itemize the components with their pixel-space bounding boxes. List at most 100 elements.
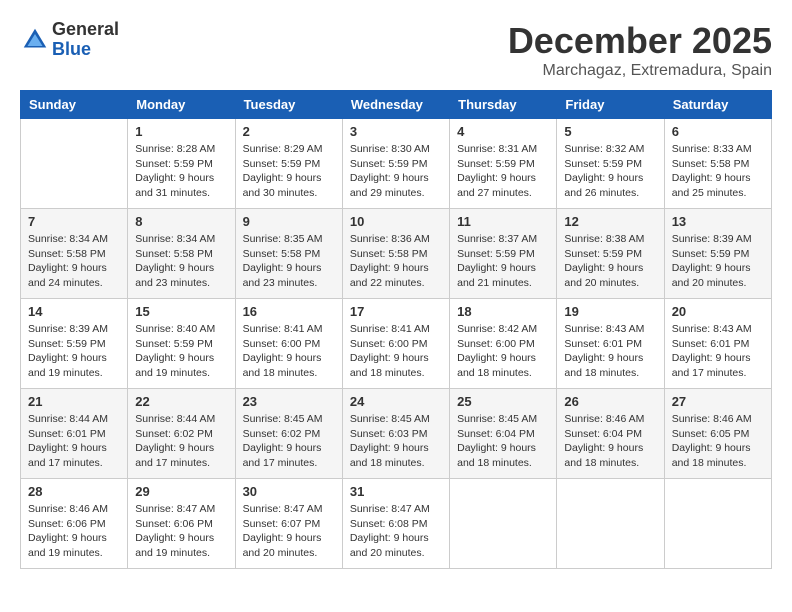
page-header: General Blue December 2025 Marchagaz, Ex… [20,20,772,80]
day-info: Sunrise: 8:30 AM Sunset: 5:59 PM Dayligh… [350,142,442,201]
day-number: 12 [564,214,656,229]
location: Marchagaz, Extremadura, Spain [508,62,772,80]
day-number: 30 [243,484,335,499]
calendar-cell: 7 Sunrise: 8:34 AM Sunset: 5:58 PM Daylig… [21,209,128,299]
day-info: Sunrise: 8:35 AM Sunset: 5:58 PM Dayligh… [243,232,335,291]
day-number: 6 [672,124,764,139]
day-info: Sunrise: 8:29 AM Sunset: 5:59 PM Dayligh… [243,142,335,201]
calendar-cell: 27 Sunrise: 8:46 AM Sunset: 6:05 PM Dayli… [664,389,771,479]
day-number: 17 [350,304,442,319]
calendar-cell: 31 Sunrise: 8:47 AM Sunset: 6:08 PM Dayli… [342,479,449,569]
calendar-cell: 12 Sunrise: 8:38 AM Sunset: 5:59 PM Dayli… [557,209,664,299]
day-info: Sunrise: 8:47 AM Sunset: 6:08 PM Dayligh… [350,502,442,561]
calendar-cell: 8Sunrise: 8:34 AM Sunset: 5:58 PM Daylig… [128,209,235,299]
day-info: Sunrise: 8:28 AM Sunset: 5:59 PM Dayligh… [135,142,227,201]
day-info: Sunrise: 8:46 AM Sunset: 6:04 PM Dayligh… [564,412,656,471]
logo-blue: Blue [52,40,119,60]
logo-text: General Blue [52,20,119,60]
calendar: SundayMondayTuesdayWednesdayThursdayFrid… [20,90,772,569]
day-info: Sunrise: 8:38 AM Sunset: 5:59 PM Dayligh… [564,232,656,291]
day-number: 24 [350,394,442,409]
column-header-friday: Friday [557,91,664,119]
day-number: 1 [135,124,227,139]
calendar-cell: 25Sunrise: 8:45 AM Sunset: 6:04 PM Dayli… [450,389,557,479]
day-number: 31 [350,484,442,499]
column-header-monday: Monday [128,91,235,119]
calendar-cell: 16 Sunrise: 8:41 AM Sunset: 6:00 PM Dayli… [235,299,342,389]
calendar-cell: 1 Sunrise: 8:28 AM Sunset: 5:59 PM Daylig… [128,119,235,209]
day-number: 23 [243,394,335,409]
logo: General Blue [20,20,119,60]
day-number: 16 [243,304,335,319]
day-info: Sunrise: 8:47 AM Sunset: 6:07 PM Dayligh… [243,502,335,561]
calendar-cell: 17Sunrise: 8:41 AM Sunset: 6:00 PM Dayli… [342,299,449,389]
title-block: December 2025 Marchagaz, Extremadura, Sp… [508,20,772,80]
day-number: 3 [350,124,442,139]
day-info: Sunrise: 8:43 AM Sunset: 6:01 PM Dayligh… [672,322,764,381]
day-info: Sunrise: 8:39 AM Sunset: 5:59 PM Dayligh… [672,232,764,291]
column-header-saturday: Saturday [664,91,771,119]
day-number: 4 [457,124,549,139]
calendar-cell: 5 Sunrise: 8:32 AM Sunset: 5:59 PM Daylig… [557,119,664,209]
day-info: Sunrise: 8:45 AM Sunset: 6:04 PM Dayligh… [457,412,549,471]
day-number: 13 [672,214,764,229]
day-info: Sunrise: 8:37 AM Sunset: 5:59 PM Dayligh… [457,232,549,291]
day-number: 29 [135,484,227,499]
calendar-cell: 9 Sunrise: 8:35 AM Sunset: 5:58 PM Daylig… [235,209,342,299]
day-info: Sunrise: 8:34 AM Sunset: 5:58 PM Dayligh… [28,232,120,291]
column-header-sunday: Sunday [21,91,128,119]
column-header-tuesday: Tuesday [235,91,342,119]
column-header-wednesday: Wednesday [342,91,449,119]
day-number: 2 [243,124,335,139]
calendar-cell: 24 Sunrise: 8:45 AM Sunset: 6:03 PM Dayli… [342,389,449,479]
day-info: Sunrise: 8:33 AM Sunset: 5:58 PM Dayligh… [672,142,764,201]
day-info: Sunrise: 8:31 AM Sunset: 5:59 PM Dayligh… [457,142,549,201]
day-info: Sunrise: 8:45 AM Sunset: 6:02 PM Dayligh… [243,412,335,471]
calendar-cell: 18 Sunrise: 8:42 AM Sunset: 6:00 PM Dayli… [450,299,557,389]
day-number: 15 [135,304,227,319]
day-info: Sunrise: 8:44 AM Sunset: 6:01 PM Dayligh… [28,412,120,471]
calendar-cell: 11 Sunrise: 8:37 AM Sunset: 5:59 PM Dayli… [450,209,557,299]
day-number: 14 [28,304,120,319]
calendar-cell [664,479,771,569]
calendar-cell: 3 Sunrise: 8:30 AM Sunset: 5:59 PM Daylig… [342,119,449,209]
calendar-cell: 28Sunrise: 8:46 AM Sunset: 6:06 PM Dayli… [21,479,128,569]
day-info: Sunrise: 8:47 AM Sunset: 6:06 PM Dayligh… [135,502,227,561]
day-number: 5 [564,124,656,139]
calendar-cell: 23 Sunrise: 8:45 AM Sunset: 6:02 PM Dayli… [235,389,342,479]
day-info: Sunrise: 8:40 AM Sunset: 5:59 PM Dayligh… [135,322,227,381]
day-number: 27 [672,394,764,409]
day-number: 20 [672,304,764,319]
calendar-cell [21,119,128,209]
day-info: Sunrise: 8:36 AM Sunset: 5:58 PM Dayligh… [350,232,442,291]
day-info: Sunrise: 8:41 AM Sunset: 6:00 PM Dayligh… [243,322,335,381]
day-info: Sunrise: 8:46 AM Sunset: 6:05 PM Dayligh… [672,412,764,471]
logo-general: General [52,20,119,40]
calendar-cell: 29 Sunrise: 8:47 AM Sunset: 6:06 PM Dayli… [128,479,235,569]
day-number: 7 [28,214,120,229]
logo-icon [20,25,50,55]
day-number: 9 [243,214,335,229]
day-number: 26 [564,394,656,409]
day-number: 8 [135,214,227,229]
day-info: Sunrise: 8:45 AM Sunset: 6:03 PM Dayligh… [350,412,442,471]
column-header-thursday: Thursday [450,91,557,119]
day-number: 18 [457,304,549,319]
calendar-cell: 13 Sunrise: 8:39 AM Sunset: 5:59 PM Dayli… [664,209,771,299]
day-number: 11 [457,214,549,229]
day-info: Sunrise: 8:39 AM Sunset: 5:59 PM Dayligh… [28,322,120,381]
day-info: Sunrise: 8:32 AM Sunset: 5:59 PM Dayligh… [564,142,656,201]
day-info: Sunrise: 8:42 AM Sunset: 6:00 PM Dayligh… [457,322,549,381]
calendar-cell: 22 Sunrise: 8:44 AM Sunset: 6:02 PM Dayli… [128,389,235,479]
day-number: 10 [350,214,442,229]
day-info: Sunrise: 8:44 AM Sunset: 6:02 PM Dayligh… [135,412,227,471]
day-info: Sunrise: 8:43 AM Sunset: 6:01 PM Dayligh… [564,322,656,381]
calendar-cell: 21 Sunrise: 8:44 AM Sunset: 6:01 PM Dayli… [21,389,128,479]
day-number: 19 [564,304,656,319]
calendar-cell: 19 Sunrise: 8:43 AM Sunset: 6:01 PM Dayli… [557,299,664,389]
day-number: 22 [135,394,227,409]
calendar-cell: 10 Sunrise: 8:36 AM Sunset: 5:58 PM Dayli… [342,209,449,299]
calendar-cell: 15 Sunrise: 8:40 AM Sunset: 5:59 PM Dayli… [128,299,235,389]
calendar-cell [450,479,557,569]
day-number: 21 [28,394,120,409]
